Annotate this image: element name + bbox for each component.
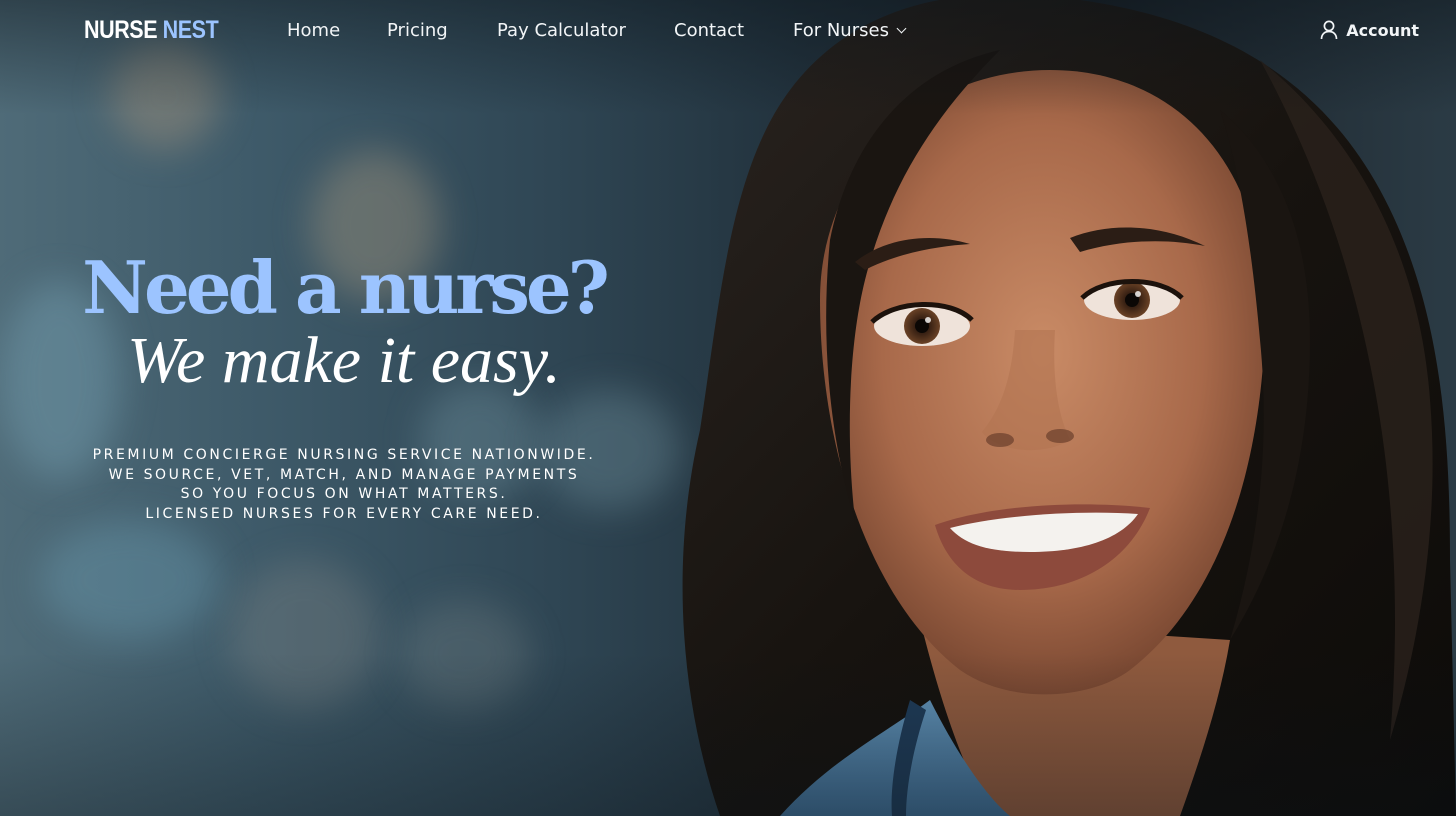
top-navigation: NURSE NEST Home Pricing Pay Calculator C… (0, 0, 1456, 64)
nav-link-contact[interactable]: Contact (674, 20, 744, 41)
landing-page: NURSE NEST Home Pricing Pay Calculator C… (0, 0, 1456, 816)
hero-headline: Need a nurse? (82, 245, 610, 330)
hero-tagline: PREMIUM CONCIERGE NURSING SERVICE NATION… (0, 446, 688, 524)
hero-heading: Need a nurse? We make it easy. (0, 245, 688, 397)
nav-dropdown-label: For Nurses (793, 20, 889, 41)
hero-overlay (0, 0, 1456, 816)
nav-link-pricing[interactable]: Pricing (387, 20, 448, 41)
user-icon (1320, 20, 1338, 40)
nav-link-home[interactable]: Home (287, 20, 340, 41)
tagline-line: LICENSED NURSES FOR EVERY CARE NEED. (145, 505, 543, 522)
account-button[interactable]: Account (1320, 20, 1419, 40)
nav-link-pay-calculator[interactable]: Pay Calculator (497, 20, 626, 41)
tagline-line: SO YOU FOCUS ON WHAT MATTERS. (180, 486, 508, 502)
logo-word-nurse: NURSE (84, 16, 158, 44)
tagline-line: WE SOURCE, VET, MATCH, AND MANAGE PAYMEN… (108, 466, 580, 483)
hero-subheadline: We make it easy. (127, 324, 561, 397)
chevron-down-icon (896, 23, 907, 34)
nav-dropdown-for-nurses[interactable]: For Nurses (793, 20, 907, 41)
nurse-nest-logo[interactable]: NURSE NEST (84, 16, 219, 45)
logo-word-nest: NEST (162, 16, 219, 44)
account-label: Account (1346, 20, 1419, 40)
tagline-line: PREMIUM CONCIERGE NURSING SERVICE NATION… (92, 447, 596, 463)
